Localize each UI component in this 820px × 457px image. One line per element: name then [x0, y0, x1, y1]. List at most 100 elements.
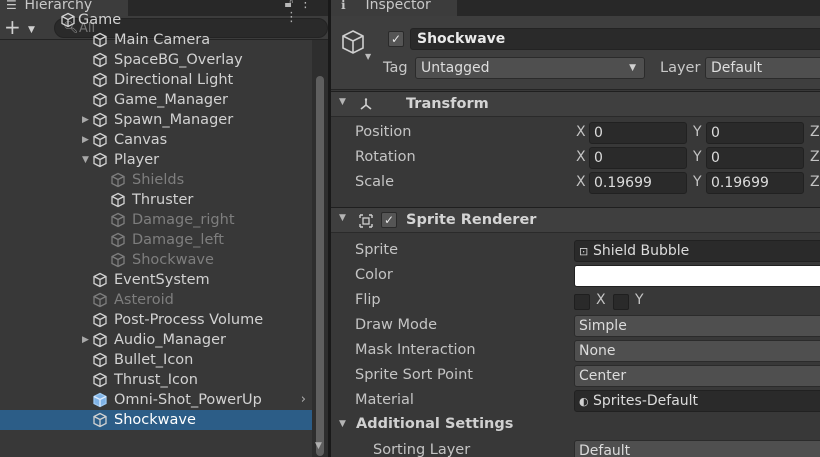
gameobject-icon — [92, 152, 108, 168]
x-value-field[interactable]: 0 — [589, 122, 687, 144]
sprite-asset-icon: ⊡ — [579, 245, 589, 258]
flip-row: Flip X Y — [331, 289, 820, 314]
inspector-tab[interactable]: ℹ Inspector — [331, 0, 457, 16]
x-axis-label: X — [576, 174, 586, 190]
sprite-value: Shield Bubble — [593, 243, 690, 259]
sorting-layer-dropdown[interactable]: Default — [574, 440, 820, 457]
object-header: ▼ ✓ Shockwave Tag Untagged ▼ Layer Defau… — [331, 16, 820, 90]
additional-settings-header[interactable]: ▼ Additional Settings — [331, 414, 820, 439]
hierarchy-item[interactable]: Asteroid — [0, 290, 312, 310]
sprite-row: Sprite ⊡ Shield Bubble — [331, 239, 820, 264]
transform-field-label: Rotation — [355, 149, 416, 165]
material-value: Sprites-Default — [593, 393, 699, 409]
transform-position-row: Position X 0 Y 0 Z — [331, 121, 820, 146]
y-value-field[interactable]: 0.19699 — [706, 172, 804, 194]
hierarchy-item[interactable]: Game_Manager — [0, 90, 312, 110]
gameobject-icon — [92, 352, 108, 368]
hierarchy-item-label: Shields — [132, 172, 185, 188]
hierarchy-item[interactable]: ▶ Audio_Manager — [0, 330, 312, 350]
scene-menu-icon[interactable]: ⋮ — [285, 8, 298, 28]
hierarchy-item-label: Asteroid — [114, 292, 174, 308]
hierarchy-item[interactable]: Damage_left — [0, 230, 312, 250]
sprite-renderer-icon — [359, 214, 373, 228]
hierarchy-item-label: SpaceBG_Overlay — [114, 52, 243, 68]
hierarchy-item-label: Player — [114, 152, 160, 168]
sprite-renderer-foldout-icon[interactable]: ▼ — [339, 213, 346, 223]
hierarchy-item[interactable]: SpaceBG_Overlay — [0, 50, 312, 70]
y-value-field[interactable]: 0 — [706, 122, 804, 144]
hierarchy-panel: ☰ Hierarchy 🔓︎⋮ +▼ 🔍︎ Game⋮Main CameraSp… — [0, 0, 328, 457]
scroll-down-icon[interactable]: ▼ — [315, 441, 322, 451]
transform-foldout-icon[interactable]: ▼ — [339, 97, 346, 107]
hierarchy-item[interactable]: ▶ Canvas — [0, 130, 312, 150]
sprite-renderer-header[interactable]: ▼ ✓ Sprite Renderer — [331, 207, 820, 233]
hierarchy-scrollbar[interactable]: ▼ — [312, 40, 328, 457]
gameobject-cube-icon[interactable] — [339, 28, 367, 56]
material-asset-icon: ◐ — [579, 395, 589, 408]
transform-scale-row: Scale X 0.19699 Y 0.19699 Z — [331, 171, 820, 196]
hierarchy-item[interactable]: Thruster — [0, 190, 312, 210]
hierarchy-item[interactable]: ▶ Spawn_Manager — [0, 110, 312, 130]
hierarchy-item[interactable]: Directional Light — [0, 70, 312, 90]
sorting-layer-label: Sorting Layer — [373, 442, 471, 457]
x-value-field[interactable]: 0.19699 — [589, 172, 687, 194]
sprite-sort-point-dropdown[interactable]: Center — [574, 365, 820, 387]
sprite-renderer-enabled-checkbox[interactable]: ✓ — [381, 212, 397, 228]
draw-mode-dropdown[interactable]: Simple — [574, 315, 820, 337]
hierarchy-item[interactable]: Shockwave — [0, 410, 312, 430]
hierarchy-item-label: Damage_left — [132, 232, 224, 248]
scene-icon — [60, 12, 76, 28]
transform-field-label: Position — [355, 124, 412, 140]
material-field[interactable]: ◐ Sprites-Default — [574, 390, 820, 412]
hierarchy-item[interactable]: Omni-Shot_PowerUp › — [0, 390, 312, 410]
transform-header[interactable]: ▼ Transform — [331, 91, 820, 117]
flip-y-checkbox[interactable] — [613, 294, 629, 310]
gameobject-icon — [92, 292, 108, 308]
tag-dropdown[interactable]: Untagged ▼ — [415, 57, 645, 79]
object-active-checkbox[interactable]: ✓ — [388, 31, 404, 47]
hierarchy-item[interactable]: EventSystem — [0, 270, 312, 290]
foldout-collapsed-icon[interactable]: ▶ — [82, 110, 89, 130]
color-swatch[interactable] — [574, 265, 820, 287]
open-prefab-arrow-icon[interactable]: › — [301, 390, 306, 410]
foldout-expanded-icon[interactable]: ▼ — [82, 150, 89, 170]
material-row: Material ◐ Sprites-Default — [331, 389, 820, 414]
tag-label: Tag — [383, 60, 408, 76]
gameobject-icon — [110, 172, 126, 188]
x-value-field[interactable]: 0 — [589, 147, 687, 169]
sprite-field[interactable]: ⊡ Shield Bubble — [574, 240, 820, 262]
hierarchy-item[interactable]: Damage_right — [0, 210, 312, 230]
flip-x-checkbox[interactable] — [574, 294, 590, 310]
hierarchy-item[interactable]: ▼ Player — [0, 150, 312, 170]
x-axis-label: X — [576, 149, 586, 165]
gameobject-icon — [92, 52, 108, 68]
gameobject-icon — [92, 32, 108, 48]
hierarchy-item-label: Game — [78, 12, 122, 28]
additional-settings-foldout-icon[interactable]: ▼ — [339, 419, 346, 429]
icon-dropdown-caret-icon[interactable]: ▼ — [365, 52, 371, 61]
hierarchy-item[interactable]: Game ⋮ — [0, 10, 312, 30]
mask-interaction-row: Mask Interaction None — [331, 339, 820, 364]
foldout-collapsed-icon[interactable]: ▶ — [82, 130, 89, 150]
hierarchy-item[interactable]: Thrust_Icon — [0, 370, 312, 390]
foldout-collapsed-icon[interactable]: ▶ — [82, 330, 89, 350]
gameobject-icon — [92, 332, 108, 348]
tag-caret-icon: ▼ — [629, 63, 636, 73]
object-name-field[interactable]: Shockwave — [410, 28, 820, 50]
flip-y-label: Y — [635, 292, 644, 308]
hierarchy-item-label: Thrust_Icon — [114, 372, 198, 388]
y-value-field[interactable]: 0 — [706, 147, 804, 169]
hierarchy-item[interactable]: Shockwave — [0, 250, 312, 270]
gameobject-icon — [92, 272, 108, 288]
hierarchy-item[interactable]: Post-Process Volume — [0, 310, 312, 330]
hierarchy-item-label: Omni-Shot_PowerUp — [114, 392, 262, 408]
hierarchy-item-label: Game_Manager — [114, 92, 228, 108]
scrollbar-thumb[interactable] — [316, 76, 324, 456]
hierarchy-item-label: Main Camera — [114, 32, 211, 48]
layer-dropdown[interactable]: Default — [705, 57, 820, 79]
z-axis-label: Z — [810, 124, 820, 140]
hierarchy-item[interactable]: Shields — [0, 170, 312, 190]
hierarchy-item[interactable]: Main Camera — [0, 30, 312, 50]
hierarchy-item[interactable]: Bullet_Icon — [0, 350, 312, 370]
mask-interaction-dropdown[interactable]: None — [574, 340, 820, 362]
